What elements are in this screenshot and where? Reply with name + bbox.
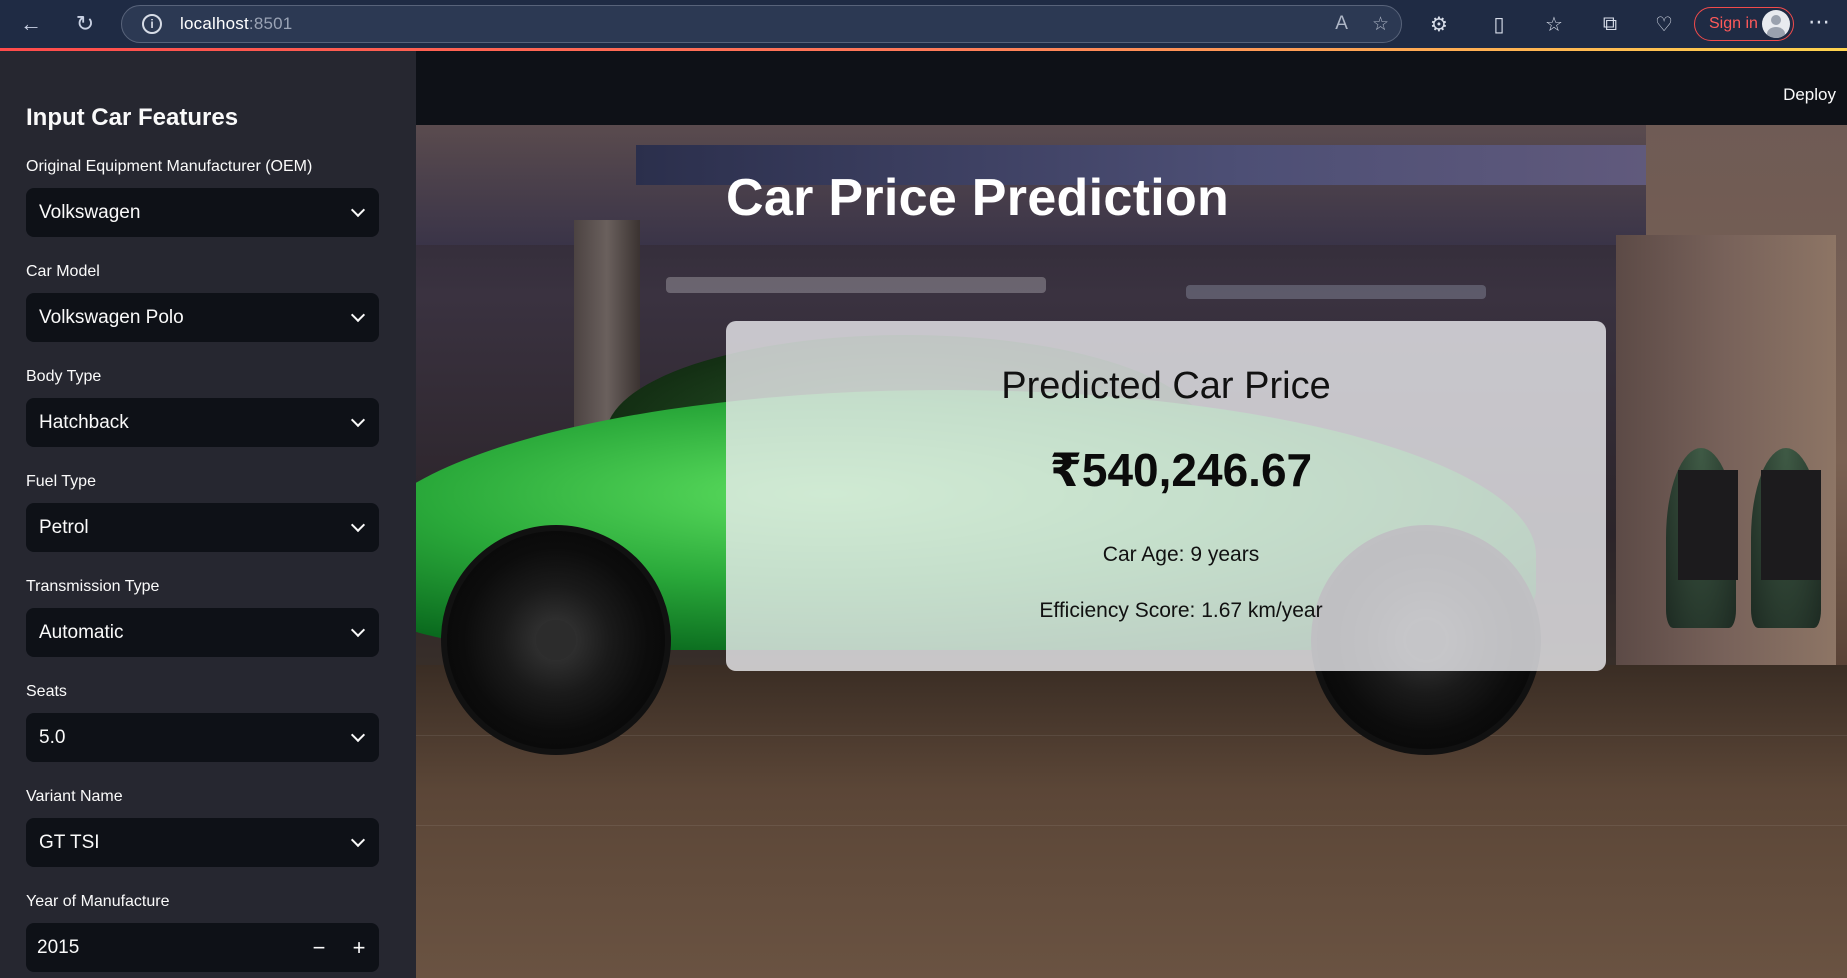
reload-icon[interactable]: ↻ (70, 10, 100, 38)
avatar (1762, 10, 1790, 38)
decrement-button[interactable]: − (299, 923, 339, 972)
car-model-select-value: Volkswagen Polo (39, 306, 184, 328)
predicted-price: ₹540,246.67 (1049, 444, 1313, 496)
variant-name-label: Variant Name (26, 788, 123, 805)
increment-button[interactable]: + (339, 923, 379, 972)
app-header: Deploy (416, 51, 1847, 125)
main-area: Deploy Car Price Prediction Predicted Ca… (416, 51, 1847, 978)
extensions-icon[interactable]: ⚙ (1425, 10, 1453, 38)
chevron-down-icon (350, 517, 366, 533)
fuel-type-label: Fuel Type (26, 473, 96, 490)
chevron-down-icon (350, 412, 366, 428)
sign-in-button[interactable]: Sign in (1694, 7, 1794, 41)
site-info-icon[interactable]: i (142, 14, 162, 34)
year-value[interactable]: 2015 (37, 937, 299, 959)
body-type-select[interactable]: Hatchback (26, 398, 379, 447)
chevron-down-icon (350, 832, 366, 848)
car-model-select[interactable]: Volkswagen Polo (26, 293, 379, 342)
scene-pot (1761, 470, 1821, 580)
year-number-input[interactable]: 2015 − + (26, 923, 379, 972)
oem-select[interactable]: Volkswagen (26, 188, 379, 237)
scene-light (1186, 285, 1486, 299)
sidebar-title: Input Car Features (26, 104, 239, 131)
seats-select[interactable]: 5.0 (26, 713, 379, 762)
page-title: Car Price Prediction (726, 169, 1230, 227)
chevron-down-icon (350, 727, 366, 743)
read-aloud-icon[interactable]: A (1335, 13, 1348, 36)
prediction-card: Predicted Car Price ₹540,246.67 Car Age:… (726, 321, 1606, 671)
scene-floor-line (416, 825, 1847, 826)
chevron-down-icon (350, 622, 366, 638)
transmission-type-label: Transmission Type (26, 578, 160, 595)
oem-select-value: Volkswagen (39, 201, 141, 223)
favorites-icon[interactable]: ☆ (1540, 10, 1568, 38)
scene-pot (1678, 470, 1738, 580)
fuel-type-select[interactable]: Petrol (26, 503, 379, 552)
efficiency-score-text: Efficiency Score: 1.67 km/year (1039, 599, 1323, 622)
browser-toolbar: ← ↻ i localhost:8501 A ☆ ⚙ ▯ ☆ ⧉ ♡ Sign … (0, 0, 1847, 48)
car-age-text: Car Age: 9 years (1102, 543, 1260, 566)
deploy-button[interactable]: Deploy (1783, 85, 1836, 105)
url-text[interactable]: localhost:8501 (180, 14, 292, 34)
more-options-icon[interactable]: ⋯ (1808, 9, 1830, 35)
oem-label: Original Equipment Manufacturer (OEM) (26, 158, 313, 175)
fuel-type-select-value: Petrol (39, 516, 89, 538)
transmission-type-select-value: Automatic (39, 621, 124, 643)
variant-name-select[interactable]: GT TSI (26, 818, 379, 867)
split-screen-icon[interactable]: ▯ (1485, 10, 1513, 38)
chevron-down-icon (350, 307, 366, 323)
seats-label: Seats (26, 683, 67, 700)
scene-car-wheel (441, 525, 671, 755)
scene-light (666, 277, 1046, 293)
address-bar[interactable]: i localhost:8501 A ☆ (121, 5, 1402, 43)
browser-essentials-icon[interactable]: ♡ (1650, 10, 1678, 38)
sidebar: Input Car Features Original Equipment Ma… (0, 51, 416, 978)
chevron-down-icon (350, 202, 366, 218)
scene-floor-line (416, 735, 1847, 736)
collections-icon[interactable]: ⧉ (1596, 10, 1624, 38)
favorite-star-icon[interactable]: ☆ (1372, 13, 1389, 36)
variant-name-select-value: GT TSI (39, 831, 100, 853)
car-model-label: Car Model (26, 263, 100, 280)
back-arrow-icon[interactable]: ← (16, 10, 46, 38)
transmission-type-select[interactable]: Automatic (26, 608, 379, 657)
body-type-label: Body Type (26, 368, 102, 385)
year-label: Year of Manufacture (26, 893, 170, 910)
body-type-select-value: Hatchback (39, 411, 129, 433)
prediction-heading: Predicted Car Price (1001, 365, 1331, 407)
seats-select-value: 5.0 (39, 726, 66, 748)
